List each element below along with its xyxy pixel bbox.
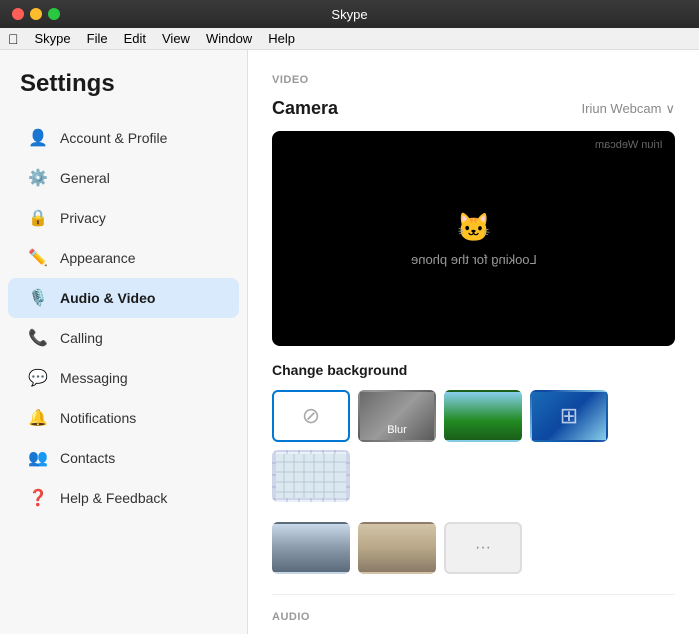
appearance-icon: ✏️ (28, 248, 48, 268)
camera-dropdown[interactable]: Iriun Webcam ∨ (582, 101, 675, 117)
change-bg-label: Change background (272, 362, 675, 378)
menu-skype[interactable]: Skype (35, 31, 71, 46)
menu-apple[interactable]:  (8, 31, 19, 47)
camera-device-label: Iriun Webcam (582, 101, 662, 116)
camera-dropdown-chevron: ∨ (665, 101, 675, 117)
bg-option-mountains[interactable] (444, 390, 522, 442)
sidebar-item-general[interactable]: ⚙️ General (8, 158, 239, 198)
cat-icon: 🐱 (456, 211, 491, 244)
titlebar-title: Skype (331, 7, 367, 22)
sidebar-item-label-notifications: Notifications (60, 410, 136, 426)
sidebar-item-calling[interactable]: 📞 Calling (8, 318, 239, 358)
sidebar-item-label-audio-video: Audio & Video (60, 290, 155, 306)
main-content: VIDEO Camera Iriun Webcam ∨ Iriun Webcam… (248, 50, 699, 634)
close-button[interactable] (12, 8, 24, 20)
none-icon: ⊘ (302, 403, 320, 429)
sidebar-item-appearance[interactable]: ✏️ Appearance (8, 238, 239, 278)
minimize-button[interactable] (30, 8, 42, 20)
bg-option-room[interactable] (358, 522, 436, 574)
sidebar-item-label-appearance: Appearance (60, 250, 136, 266)
traffic-lights (12, 8, 60, 20)
blur-label: Blur (360, 424, 434, 436)
sidebar: Settings 👤 Account & Profile ⚙️ General … (0, 50, 248, 634)
contacts-icon: 👥 (28, 448, 48, 468)
video-center-text: Looking for the phone (411, 252, 537, 267)
sidebar-item-help-feedback[interactable]: ❓ Help & Feedback (8, 478, 239, 518)
maximize-button[interactable] (48, 8, 60, 20)
sidebar-item-account[interactable]: 👤 Account & Profile (8, 118, 239, 158)
privacy-icon: 🔒 (28, 208, 48, 228)
sidebar-item-label-general: General (60, 170, 110, 186)
audio-video-icon: 🎙️ (28, 288, 48, 308)
account-icon: 👤 (28, 128, 48, 148)
more-label: ··· (475, 539, 491, 557)
app-body: Settings 👤 Account & Profile ⚙️ General … (0, 50, 699, 634)
blue-icon: ⊞ (560, 403, 578, 429)
menu-edit[interactable]: Edit (124, 31, 146, 46)
bg-option-none[interactable]: ⊘ (272, 390, 350, 442)
camera-row: Camera Iriun Webcam ∨ (272, 98, 675, 119)
background-grid: ⊘ Blur ⊞ (272, 390, 675, 502)
menu-help[interactable]: Help (268, 31, 295, 46)
video-section-label: VIDEO (272, 74, 675, 86)
pattern-svg (274, 452, 348, 500)
sidebar-title: Settings (0, 70, 247, 118)
messaging-icon: 💬 (28, 368, 48, 388)
sidebar-item-label-privacy: Privacy (60, 210, 106, 226)
sidebar-item-label-account: Account & Profile (60, 130, 167, 146)
titlebar: Skype (0, 0, 699, 28)
sidebar-item-label-contacts: Contacts (60, 450, 115, 466)
calling-icon: 📞 (28, 328, 48, 348)
video-watermark: Iriun Webcam (595, 139, 663, 151)
sidebar-item-privacy[interactable]: 🔒 Privacy (8, 198, 239, 238)
sidebar-item-label-messaging: Messaging (60, 370, 128, 386)
bg-option-office[interactable] (272, 522, 350, 574)
sidebar-item-label-help-feedback: Help & Feedback (60, 490, 167, 506)
video-preview: Iriun Webcam 🐱 Looking for the phone (272, 131, 675, 346)
sidebar-item-messaging[interactable]: 💬 Messaging (8, 358, 239, 398)
sidebar-item-contacts[interactable]: 👥 Contacts (8, 438, 239, 478)
camera-title: Camera (272, 98, 338, 119)
bg-option-blur[interactable]: Blur (358, 390, 436, 442)
notifications-icon: 🔔 (28, 408, 48, 428)
bg-option-more[interactable]: ··· (444, 522, 522, 574)
audio-divider (272, 594, 675, 595)
video-center-content: 🐱 Looking for the phone (411, 211, 537, 267)
menubar:  Skype File Edit View Window Help (0, 28, 699, 50)
sidebar-item-notifications[interactable]: 🔔 Notifications (8, 398, 239, 438)
bg-option-blue[interactable]: ⊞ (530, 390, 608, 442)
menu-file[interactable]: File (87, 31, 108, 46)
background-grid-row2: ··· (272, 522, 675, 574)
menu-view[interactable]: View (162, 31, 190, 46)
sidebar-item-label-calling: Calling (60, 330, 103, 346)
help-icon: ❓ (28, 488, 48, 508)
general-icon: ⚙️ (28, 168, 48, 188)
menu-window[interactable]: Window (206, 31, 252, 46)
bg-option-pattern[interactable] (272, 450, 350, 502)
audio-section-label: AUDIO (272, 611, 675, 623)
sidebar-item-audio-video[interactable]: 🎙️ Audio & Video (8, 278, 239, 318)
